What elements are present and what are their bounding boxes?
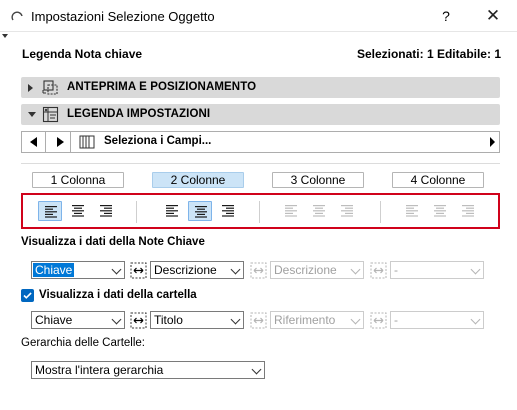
panel-title: Legenda Nota chiave (22, 47, 143, 61)
note-field-1-value: Chiave (33, 263, 75, 277)
folder-data-checkbox[interactable] (21, 289, 34, 302)
align-right-icon (341, 205, 353, 217)
folder-field-1-value: Chiave (35, 313, 73, 327)
chevron-down-icon (230, 314, 241, 325)
align-center-button[interactable] (66, 201, 90, 221)
hierarchy-label: Gerarchia delle Cartelle: (21, 337, 146, 349)
tab-2-columns[interactable]: 2 Colonne (152, 172, 244, 188)
align-right-button[interactable] (216, 201, 240, 221)
window-title: Impostazioni Selezione Oggetto (31, 9, 215, 24)
align-center-icon (434, 205, 446, 217)
align-right-button (456, 201, 480, 221)
field-navigator: Seleziona i Campi... (21, 131, 500, 153)
align-left-icon (166, 205, 178, 217)
chevron-down-icon (470, 264, 481, 275)
link-fields-icon (370, 312, 387, 329)
align-left-icon (406, 205, 418, 217)
note-field-4-select: - (390, 261, 484, 279)
section-preview-placement[interactable]: ANTEPRIMA E POSIZIONAMENTO (21, 77, 500, 98)
folder-field-2-value: Titolo (154, 313, 183, 327)
columns-icon (79, 135, 95, 149)
folder-field-1-select[interactable]: Chiave (31, 311, 125, 329)
chevron-down-icon (470, 314, 481, 325)
align-right-icon (222, 205, 234, 217)
separator (380, 201, 381, 223)
align-center-button (428, 201, 452, 221)
separator (136, 201, 137, 223)
legend-settings-icon (42, 106, 59, 123)
tab-4-columns[interactable]: 4 Colonne (392, 172, 484, 188)
align-center-icon (72, 205, 84, 217)
note-data-label: Visualizza i dati della Note Chiave (21, 236, 205, 248)
align-right-button[interactable] (94, 201, 118, 221)
hierarchy-value: Mostra l'intera gerarchia (35, 363, 164, 377)
section-preview-label: ANTEPRIMA E POSIZIONAMENTO (67, 81, 257, 93)
link-fields-icon[interactable] (130, 262, 147, 279)
divider (21, 163, 500, 164)
align-left-button (400, 201, 424, 221)
previous-button[interactable] (22, 132, 46, 152)
section-legend-settings[interactable]: LEGENDA IMPOSTAZIONI (21, 104, 500, 125)
align-right-icon (100, 205, 112, 217)
next-arrow-icon (57, 137, 64, 147)
align-left-icon (45, 206, 57, 218)
previous-arrow-icon (30, 137, 37, 147)
tab-3-columns[interactable]: 3 Colonne (272, 172, 364, 188)
link-fields-icon (370, 262, 387, 279)
chevron-down-icon (230, 264, 241, 275)
separator (259, 201, 260, 223)
folder-field-3-select: Riferimento (270, 311, 364, 329)
more-arrow-icon[interactable] (490, 137, 495, 147)
note-field-2-value: Descrizione (154, 263, 217, 277)
align-left-button (279, 201, 303, 221)
link-fields-icon (250, 312, 267, 329)
chevron-down-icon (111, 314, 122, 325)
note-field-1-select[interactable]: Chiave (31, 261, 125, 279)
close-button[interactable]: ✕ (481, 6, 505, 26)
selection-info: Selezionati: 1 Editabile: 1 (356, 47, 501, 61)
collapse-arrow-icon (28, 112, 36, 117)
align-center-button (307, 201, 331, 221)
link-fields-icon (250, 262, 267, 279)
select-fields-button[interactable]: Seleziona i Campi... (104, 135, 211, 147)
chevron-down-icon (111, 264, 122, 275)
align-right-button (335, 201, 359, 221)
align-left-button[interactable] (38, 201, 62, 221)
align-right-icon (462, 205, 474, 217)
note-field-3-value: Descrizione (274, 263, 337, 277)
chevron-down-icon (350, 264, 361, 275)
align-left-button[interactable] (160, 201, 184, 221)
align-center-button[interactable] (188, 201, 212, 221)
expand-arrow-icon (28, 84, 33, 92)
folder-data-label[interactable]: Visualizza i dati della cartella (39, 289, 197, 301)
chevron-down-icon (251, 364, 262, 375)
checkmark-icon (23, 292, 32, 299)
help-button[interactable]: ? (434, 6, 458, 26)
section-legend-label: LEGENDA IMPOSTAZIONI (67, 108, 211, 120)
align-center-icon (313, 205, 325, 217)
preview-placement-icon (42, 80, 58, 95)
folder-field-2-select[interactable]: Titolo (150, 311, 244, 329)
next-button[interactable] (47, 132, 71, 152)
hierarchy-select[interactable]: Mostra l'intera gerarchia (31, 361, 265, 379)
folder-field-4-value: - (394, 313, 398, 327)
panel-collapse-marker[interactable] (2, 34, 8, 38)
tab-1-column[interactable]: 1 Colonna (32, 172, 124, 188)
folder-field-3-value: Riferimento (274, 313, 336, 327)
note-field-3-select: Descrizione (270, 261, 364, 279)
align-left-icon (285, 205, 297, 217)
align-center-icon (195, 206, 207, 218)
folder-field-4-select: - (390, 311, 484, 329)
note-field-4-value: - (394, 263, 398, 277)
app-icon (11, 11, 23, 21)
chevron-down-icon (350, 314, 361, 325)
note-field-2-select[interactable]: Descrizione (150, 261, 244, 279)
link-fields-icon[interactable] (130, 312, 147, 329)
